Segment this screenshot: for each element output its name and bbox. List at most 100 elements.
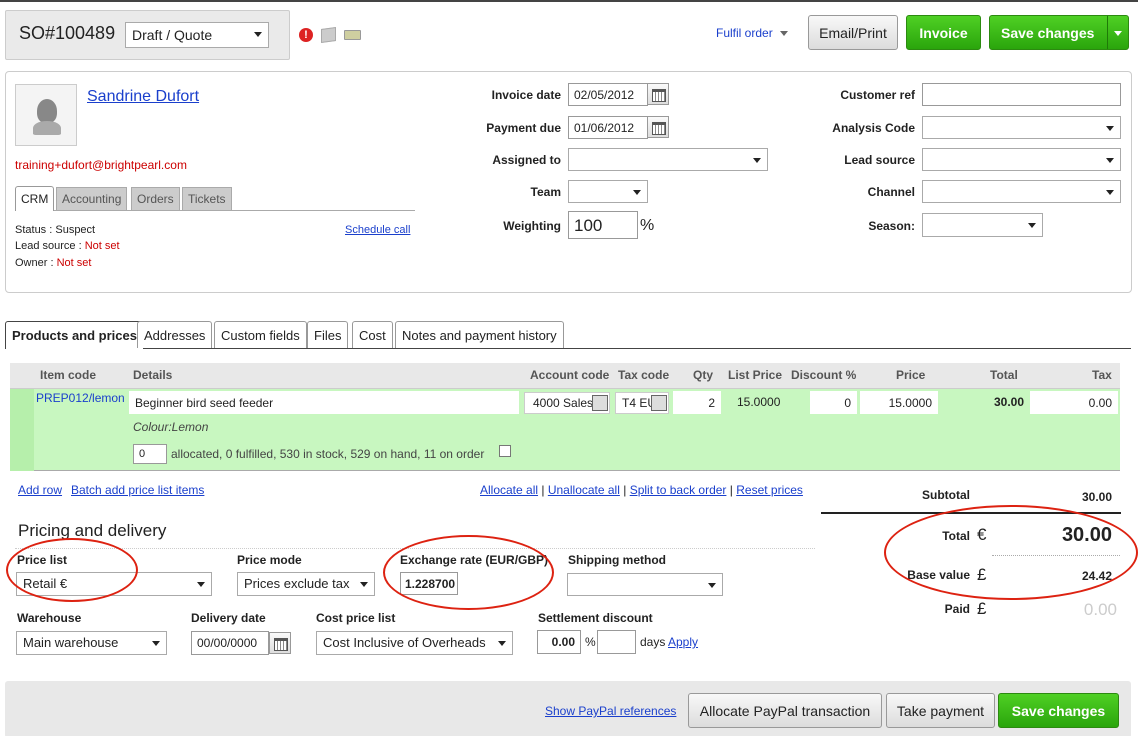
allocate-paypal-button[interactable]: Allocate PayPal transaction	[688, 693, 882, 728]
assigned-to-select[interactable]	[568, 148, 768, 171]
tab-accounting[interactable]: Accounting	[56, 187, 128, 210]
account-code-select[interactable]: 4000 Sales	[524, 392, 610, 414]
subtotal-label: Subtotal	[922, 488, 970, 502]
payment-due-input[interactable]: 01/06/2012	[568, 116, 648, 139]
list-price-value: 15.0000	[737, 395, 781, 409]
analysis-code-label: Analysis Code	[832, 121, 915, 135]
weighting-label: Weighting	[503, 219, 561, 233]
chevron-down-icon	[254, 32, 262, 37]
tab-cost[interactable]: Cost	[352, 321, 393, 348]
price-input[interactable]: 15.0000	[860, 391, 938, 414]
details-input[interactable]: Beginner bird seed feeder	[129, 391, 519, 414]
allocate-qty-input[interactable]: 0	[133, 444, 167, 464]
owner-label: Owner :	[15, 257, 57, 269]
item-code-link[interactable]: PREP012/lemon	[36, 391, 125, 405]
tax-code-select[interactable]: T4 EU	[615, 392, 669, 414]
col-discount: Discount %	[791, 368, 857, 382]
annotation-circle-totals	[884, 505, 1138, 600]
owner-value: Not set	[56, 257, 92, 269]
team-select[interactable]	[568, 180, 648, 203]
separator: |	[541, 483, 545, 497]
status-label: Status :	[15, 224, 56, 236]
tab-tickets[interactable]: Tickets	[182, 187, 232, 210]
calendar-icon[interactable]	[269, 632, 291, 654]
tab-custom-fields[interactable]: Custom fields	[214, 321, 307, 348]
customer-ref-label: Customer ref	[840, 88, 915, 102]
annotation-circle-exchange-rate	[383, 535, 554, 610]
allocate-checkbox[interactable]	[499, 445, 511, 457]
apply-link[interactable]: Apply	[668, 635, 698, 649]
settlement-days-input[interactable]	[597, 630, 636, 654]
col-details: Details	[133, 368, 173, 382]
chevron-down-icon	[197, 582, 205, 587]
price-mode-value: Prices exclude tax	[244, 576, 350, 591]
paid-currency: £	[977, 599, 987, 618]
tab-crm[interactable]: CRM	[15, 186, 55, 211]
paid-value: 0.00	[1083, 600, 1117, 619]
customer-name-link[interactable]: Sandrine Dufort	[87, 88, 199, 106]
tab-addresses[interactable]: Addresses	[137, 321, 213, 348]
lead-source-select[interactable]	[922, 148, 1121, 171]
delivery-date-input[interactable]: 00/00/0000	[191, 631, 269, 655]
fulfil-order-menu[interactable]: Fulfil order	[716, 26, 789, 40]
channel-select[interactable]	[922, 180, 1121, 203]
save-options-dropdown[interactable]	[1107, 16, 1128, 49]
calendar-icon[interactable]	[647, 116, 669, 138]
avatar	[15, 84, 77, 146]
lead-source-label: Lead source :	[15, 240, 85, 252]
status-value: Suspect	[55, 224, 96, 236]
chevron-down-icon	[152, 641, 160, 646]
chevron-down-icon	[360, 582, 368, 587]
cost-price-list-select[interactable]: Cost Inclusive of Overheads	[316, 631, 513, 655]
show-paypal-references-link[interactable]: Show PayPal references	[545, 704, 676, 718]
tax-input[interactable]: 0.00	[1030, 391, 1118, 414]
price-mode-select[interactable]: Prices exclude tax	[237, 572, 375, 596]
season-select[interactable]	[922, 213, 1043, 237]
warehouse-select[interactable]: Main warehouse	[16, 631, 167, 655]
footer-save-changes-button[interactable]: Save changes	[998, 693, 1119, 728]
split-back-order-link[interactable]: Split to back order	[630, 483, 727, 497]
invoice-date-input[interactable]: 02/05/2012	[568, 83, 648, 106]
order-status-value: Draft / Quote	[132, 27, 213, 43]
tab-notes-and-payment-history[interactable]: Notes and payment history	[395, 321, 564, 348]
order-status-select[interactable]: Draft / Quote	[125, 22, 269, 48]
qty-input[interactable]: 2	[673, 391, 721, 414]
settlement-discount-label: Settlement discount	[538, 611, 653, 625]
days-label: days	[640, 635, 666, 649]
crm-lead-source: Lead source : Not set	[15, 240, 120, 252]
package-icon[interactable]	[321, 26, 336, 44]
fulfil-order-label: Fulfil order	[716, 26, 773, 40]
tab-files[interactable]: Files	[307, 321, 349, 348]
customer-email[interactable]: training+dufort@brightpearl.com	[15, 158, 187, 172]
calendar-icon[interactable]	[647, 83, 669, 105]
tab-products-and-prices[interactable]: Products and prices	[5, 321, 144, 349]
discount-input[interactable]: 0	[810, 391, 857, 414]
take-payment-button[interactable]: Take payment	[886, 693, 995, 728]
settlement-percent-sign: %	[585, 635, 596, 649]
shipping-method-select[interactable]	[567, 573, 723, 596]
email-print-button[interactable]: Email/Print	[808, 15, 898, 50]
tab-orders[interactable]: Orders	[131, 187, 180, 210]
customer-ref-input[interactable]	[922, 83, 1121, 106]
crm-tab-strip-line	[15, 210, 415, 211]
batch-add-link[interactable]: Batch add price list items	[71, 483, 204, 497]
reset-prices-link[interactable]: Reset prices	[736, 483, 803, 497]
separator: |	[623, 483, 627, 497]
subtotal-value: 30.00	[1081, 490, 1112, 504]
analysis-code-select[interactable]	[922, 116, 1121, 139]
save-changes-label: Save changes	[1001, 25, 1095, 41]
assigned-to-label: Assigned to	[492, 153, 561, 167]
settlement-discount-input[interactable]: 0.00	[537, 630, 581, 654]
alert-icon[interactable]: !	[299, 28, 313, 42]
unallocate-all-link[interactable]: Unallocate all	[548, 483, 620, 497]
schedule-call-link[interactable]: Schedule call	[345, 224, 410, 236]
row-left-stripe	[10, 389, 34, 471]
add-row-link[interactable]: Add row	[18, 483, 62, 497]
delivery-truck-icon[interactable]	[344, 30, 361, 40]
allocation-actions: Allocate all | Unallocate all | Split to…	[480, 483, 803, 497]
avatar-body-icon	[33, 121, 61, 135]
weighting-input[interactable]: 100	[568, 211, 638, 239]
invoice-button[interactable]: Invoice	[906, 15, 981, 50]
chevron-down-icon	[753, 158, 761, 163]
allocate-all-link[interactable]: Allocate all	[480, 483, 538, 497]
